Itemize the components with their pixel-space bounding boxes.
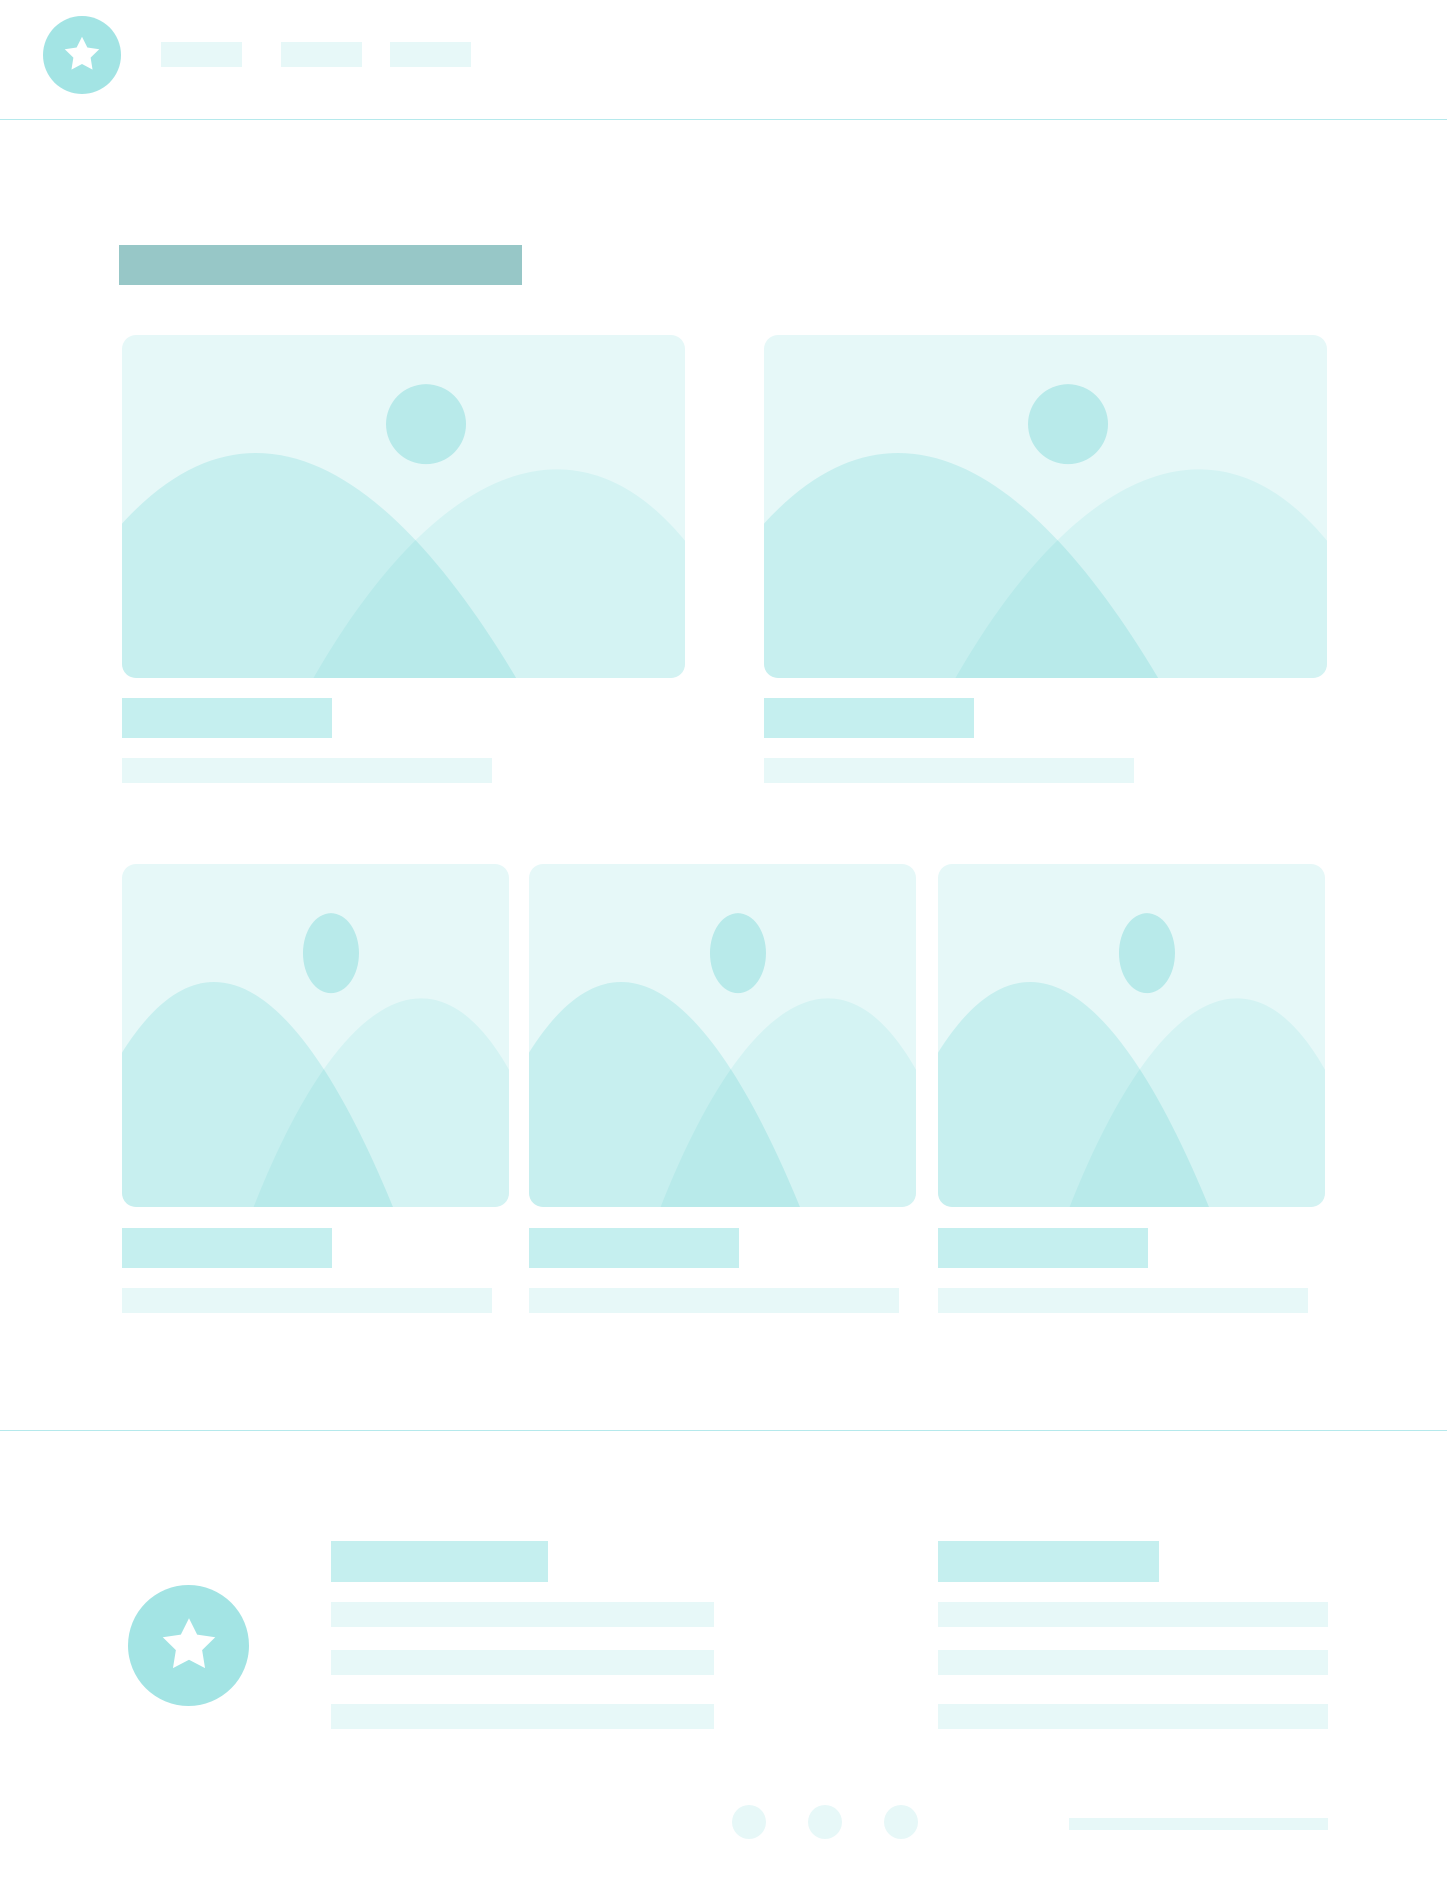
header-divider	[0, 119, 1447, 120]
card-image-4[interactable]	[529, 864, 916, 1207]
card-title-5[interactable]	[938, 1228, 1148, 1268]
sun-circle	[1028, 384, 1109, 465]
social-dot-2[interactable]	[808, 1805, 842, 1839]
social-dot-3[interactable]	[884, 1805, 918, 1839]
card-title-3[interactable]	[122, 1228, 332, 1268]
footer-logo[interactable]	[128, 1585, 249, 1706]
card-image-5[interactable]	[938, 864, 1325, 1207]
copyright-bar	[1069, 1818, 1328, 1830]
card-title-1[interactable]	[122, 698, 332, 738]
footer-column-heading-2	[938, 1541, 1159, 1582]
nav-item-2[interactable]	[281, 42, 362, 67]
image-placeholder-icon	[529, 913, 916, 1207]
card-image-1[interactable]	[122, 335, 685, 678]
card-title-4[interactable]	[529, 1228, 739, 1268]
card-title-2[interactable]	[764, 698, 974, 738]
footer-column-heading-1	[331, 1541, 548, 1582]
sun-circle	[1118, 913, 1175, 994]
footer-link-1-1[interactable]	[331, 1602, 714, 1627]
card-text-1	[122, 758, 492, 783]
footer-divider	[0, 1430, 1447, 1431]
footer-link-1-2[interactable]	[331, 1650, 714, 1675]
card-image-2[interactable]	[764, 335, 1327, 678]
image-placeholder-icon	[122, 384, 685, 678]
star-icon	[64, 36, 100, 70]
image-placeholder-icon	[764, 384, 1327, 678]
section-heading	[119, 245, 522, 285]
card-image-3[interactable]	[122, 864, 509, 1207]
image-placeholder-icon	[938, 913, 1325, 1207]
card-text-5	[938, 1288, 1308, 1313]
card-text-4	[529, 1288, 899, 1313]
nav-item-3[interactable]	[390, 42, 471, 67]
sun-circle	[386, 384, 467, 465]
social-dot-1[interactable]	[732, 1805, 766, 1839]
nav-item-1[interactable]	[161, 42, 242, 67]
star-icon	[162, 1617, 215, 1668]
footer-link-2-3[interactable]	[938, 1704, 1328, 1729]
card-text-2	[764, 758, 1134, 783]
card-text-3	[122, 1288, 492, 1313]
footer-link-2-2[interactable]	[938, 1650, 1328, 1675]
header-logo[interactable]	[43, 16, 121, 94]
footer-link-2-1[interactable]	[938, 1602, 1328, 1627]
image-placeholder-icon	[122, 913, 509, 1207]
footer-link-1-3[interactable]	[331, 1704, 714, 1729]
sun-circle	[709, 913, 766, 994]
sun-circle	[302, 913, 359, 994]
